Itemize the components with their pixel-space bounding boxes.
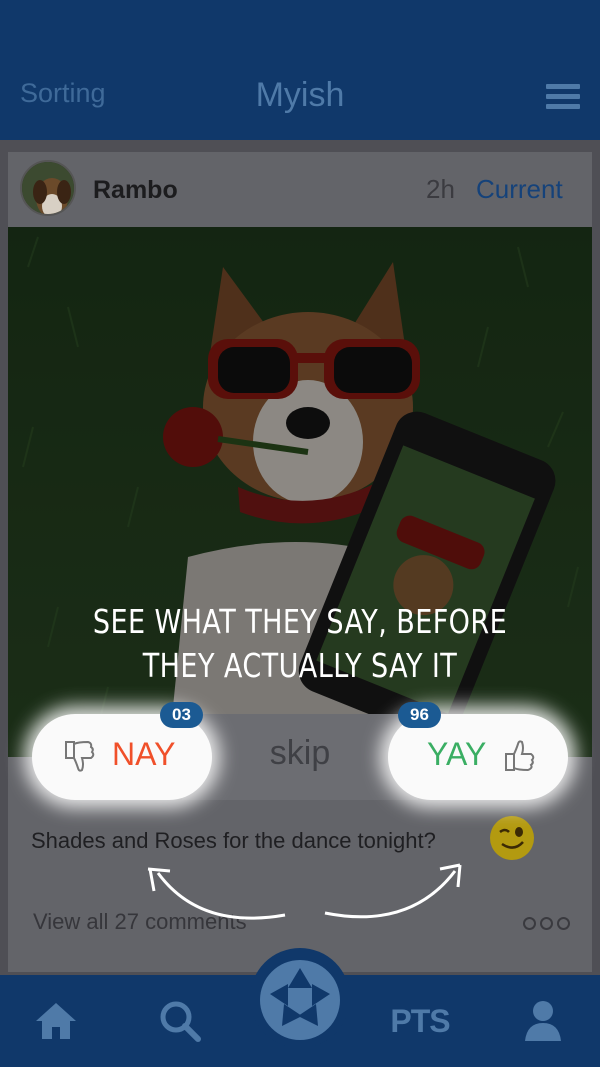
post-card: Rambo 2h Current Shades and Roses for th…: [8, 152, 592, 972]
yay-label: YAY: [427, 736, 487, 772]
pts-label: PTS: [390, 1002, 450, 1039]
yay-count-badge: 96: [398, 702, 441, 728]
app-title: Myish: [255, 76, 345, 114]
avatar[interactable]: [20, 160, 76, 216]
thumbs-down-icon: [65, 740, 95, 772]
thumbs-up-icon: [505, 740, 535, 772]
points-tab[interactable]: PTS: [390, 975, 450, 1067]
post-time: 2h: [426, 174, 455, 204]
search-tab[interactable]: [155, 975, 205, 1067]
nay-label: NAY: [112, 736, 176, 772]
overlay-tagline: SEE WHAT THEY SAY, BEFORE THEY ACTUALLY …: [54, 600, 546, 688]
wink-emoji-icon: [490, 816, 534, 860]
profile-tab[interactable]: [520, 975, 566, 1067]
swipe-arrows-icon: [147, 863, 462, 920]
home-icon: [36, 1003, 76, 1039]
nay-count-badge: 03: [160, 702, 203, 728]
camera-shutter-icon: [260, 960, 340, 1040]
username[interactable]: Rambo: [93, 176, 178, 205]
hamburger-menu-icon[interactable]: [546, 84, 580, 110]
more-dots-icon[interactable]: [523, 917, 570, 930]
home-tab[interactable]: [30, 975, 82, 1067]
tagline-line-1: SEE WHAT THEY SAY, BEFORE: [92, 602, 508, 641]
profile-icon: [525, 1001, 561, 1041]
tagline-line-2: THEY ACTUALLY SAY IT: [142, 646, 458, 685]
vote-bar: skip NAY 03 YAY 96: [32, 702, 568, 800]
top-bar: Sorting Myish: [0, 0, 600, 140]
search-icon: [160, 1001, 201, 1042]
camera-button[interactable]: [250, 948, 350, 1048]
post-caption: Shades and Roses for the dance tonight?: [31, 828, 436, 853]
status-link[interactable]: Current: [476, 174, 563, 205]
